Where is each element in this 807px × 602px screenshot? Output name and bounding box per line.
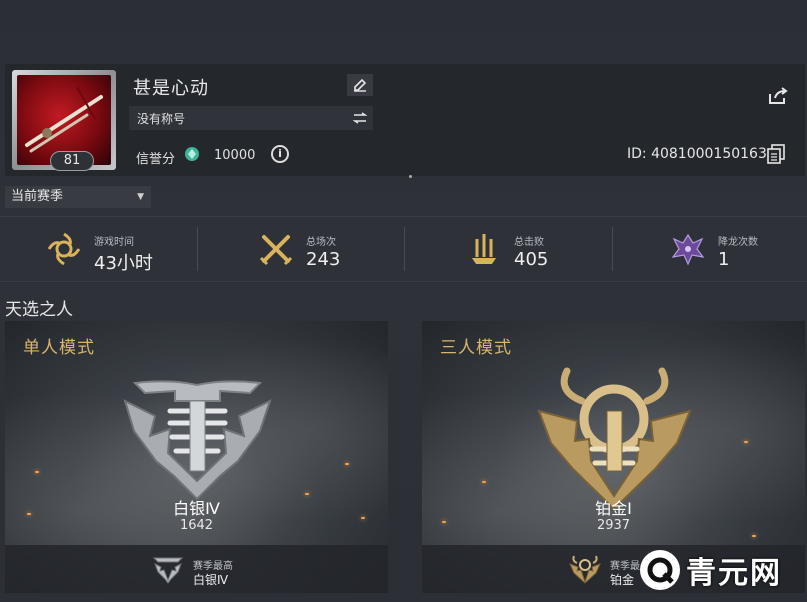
season-best-bar: 赛季最高 白银Ⅳ — [5, 545, 388, 593]
profile-card: 81 甚是心动 没有称号 信誉分 10000 i ID: 40810001501… — [5, 64, 805, 176]
season-dropdown-value: 当前赛季 — [11, 189, 64, 204]
rank-name: 铂金Ⅰ — [595, 499, 632, 518]
rank-name: 白银Ⅳ — [173, 499, 220, 518]
divider — [197, 227, 198, 271]
share-icon[interactable] — [767, 86, 789, 106]
divider — [404, 227, 405, 271]
stat-dragon-kills: 降龙次数 1 — [624, 217, 807, 283]
swords-in-ground-icon — [466, 231, 502, 267]
dragon-icon — [670, 231, 706, 267]
player-name: 甚是心动 — [133, 78, 209, 99]
mode-title: 三人模式 — [440, 338, 512, 358]
platinum-rank-small-icon — [569, 555, 601, 584]
copy-icon[interactable] — [767, 144, 785, 164]
stat-total-matches: 总场次 243 — [212, 217, 412, 283]
stat-label: 降龙次数 — [718, 237, 758, 248]
level-badge: 81 — [50, 151, 94, 171]
ember — [482, 481, 486, 483]
season-best-label: 赛季最高 — [193, 561, 233, 572]
player-title-text: 没有称号 — [137, 112, 186, 126]
season-best-rank: 铂金 — [610, 573, 635, 587]
silver-rank-emblem-icon — [123, 380, 272, 501]
page-indicator-dot — [409, 175, 412, 178]
platinum-rank-emblem-icon — [537, 367, 692, 511]
watermark: 青元网 — [640, 548, 782, 592]
rank-score: 1642 — [179, 518, 214, 533]
silver-rank-small-icon — [152, 557, 184, 584]
info-icon[interactable]: i — [271, 145, 289, 163]
mode-title: 单人模式 — [23, 338, 95, 358]
ember — [744, 441, 748, 443]
ember — [752, 535, 756, 537]
stat-label: 总场次 — [306, 237, 336, 248]
stat-value: 405 — [514, 249, 549, 270]
solo-mode-card[interactable]: 单人模式 白银Ⅳ 1642 赛季最高 白银Ⅳ — [5, 321, 388, 593]
stat-play-time: 游戏时间 43小时 — [0, 217, 200, 283]
credit-shield-icon — [184, 146, 200, 162]
stat-label: 总击败 — [514, 237, 544, 248]
season-best-rank: 白银Ⅳ — [193, 573, 229, 587]
stat-total-kills: 总击败 405 — [420, 217, 620, 283]
ember — [345, 463, 349, 465]
season-best-label: 赛季最 — [610, 561, 640, 572]
chevron-down-icon: ▼ — [137, 192, 144, 202]
stat-value: 1 — [718, 249, 730, 270]
sun-swirl-icon — [46, 231, 82, 267]
ember — [35, 471, 39, 473]
edit-name-icon[interactable] — [347, 74, 373, 96]
stat-value: 243 — [306, 249, 341, 270]
credit-score-label: 信誉分 — [136, 152, 176, 167]
avatar[interactable]: 81 — [12, 70, 116, 171]
player-title-selector[interactable]: 没有称号 — [129, 106, 373, 130]
credit-score-value: 10000 — [214, 148, 256, 163]
divider — [612, 227, 613, 271]
season-dropdown[interactable]: 当前赛季 ▼ — [5, 186, 151, 208]
watermark-logo-icon — [640, 550, 680, 590]
player-id: ID: 4081000150163 — [627, 146, 767, 162]
rank-score: 2937 — [596, 518, 631, 533]
stats-row: 游戏时间 43小时 总场次 243 总击败 405 降龙次数 1 — [0, 216, 807, 282]
swap-icon[interactable] — [351, 109, 369, 127]
stat-value: 43小时 — [94, 253, 153, 274]
stat-label: 游戏时间 — [94, 237, 134, 248]
watermark-text: 青元网 — [686, 556, 782, 591]
crossed-swords-icon — [258, 231, 294, 267]
section-title: 天选之人 — [5, 300, 73, 320]
